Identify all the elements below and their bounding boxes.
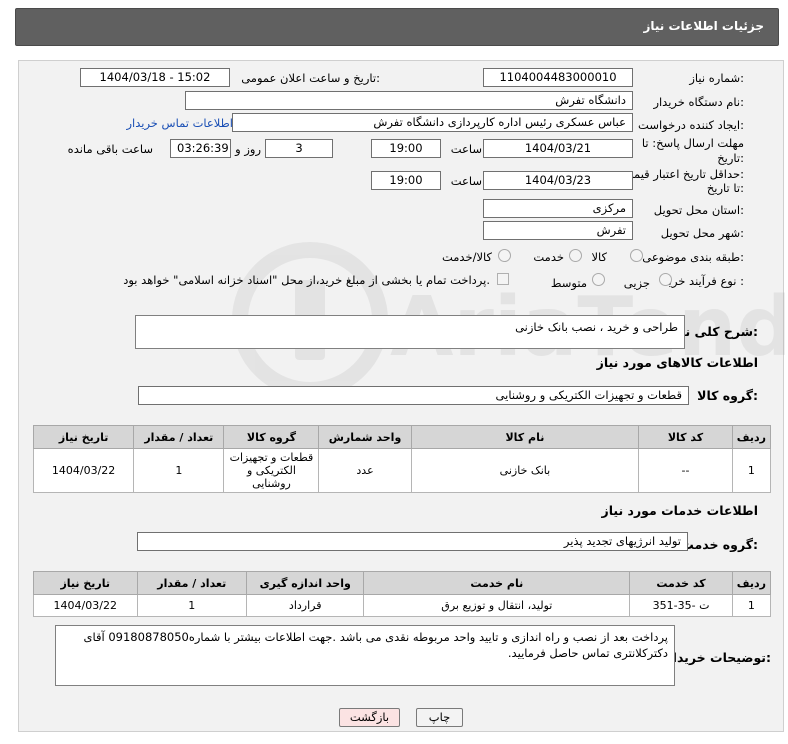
services-cell-name: تولید، انتقال و توزیع برق [363,594,631,617]
back-button[interactable]: بازگشت [339,708,400,727]
remaining-time-field: 03:26:39 [170,139,231,158]
creator-label: ایجاد کننده درخواست: [638,118,744,132]
services-col-unit: واحد اندازه گیری [246,571,365,595]
city-field: تفرش [483,221,633,240]
announce-label: تاریخ و ساعت اعلان عمومی: [241,71,380,85]
buyer-notes-label: توضیحات خریدار: [665,650,771,665]
category-option-goods: کالا [591,250,607,264]
services-cell-row: 1 [731,594,772,617]
city-label: شهر محل تحویل: [660,226,744,240]
price-validity-label-date: تا تاریخ: [706,181,744,195]
goods-cell-row: 1 [731,448,772,493]
category-radio-goods-service[interactable] [498,249,511,262]
category-option-service: خدمت [533,250,564,264]
goods-group-label: گروه کالا: [697,388,758,403]
price-time-label: ساعت [450,174,482,188]
goods-col-name: نام کالا [410,425,640,449]
services-table: ردیف کد خدمت نام خدمت واحد اندازه گیری ت… [33,571,772,617]
reply-time-field: 19:00 [371,139,441,158]
description-textarea[interactable]: طراحی و خرید ، نصب بانک خازنی [135,315,685,349]
goods-col-group: گروه کالا [223,425,320,449]
province-label: استان محل تحویل: [653,203,744,217]
goods-cell-group: قطعات و تجهیزات الکتریکی و روشنایی [223,448,320,493]
goods-col-code: کد کالا [638,425,733,449]
process-radio-medium[interactable] [592,273,605,286]
reply-date-field: 1404/03/21 [483,139,633,158]
days-field: 3 [265,139,333,158]
buyer-contact-link[interactable]: اطلاعات تماس خریدار [126,116,233,130]
services-group-field: تولید انرژیهای تجدید پذیر [137,532,688,551]
services-group-label: گروه خدمت: [681,537,758,552]
category-radio-service[interactable] [569,249,582,262]
process-label: نوع فرآیند خرید : [662,274,744,288]
goods-col-row: ردیف [731,425,772,449]
buyer-notes-text: پرداخت بعد از نصب و راه اندازی و تایید و… [83,630,669,660]
reply-deadline-label: مهلت ارسال پاسخ: تا [641,136,744,150]
goods-cell-code: -- [638,448,733,493]
need-number-label: شماره نیاز: [689,71,744,85]
goods-table: ردیف کد کالا نام کالا واحد شمارش گروه کا… [32,425,772,493]
remaining-time-label: ساعت باقی مانده [67,142,153,156]
goods-cell-date: 1404/03/22 [32,448,135,493]
buyer-org-label: نام دستگاه خریدار: [653,95,744,109]
buyer-org-field: دانشگاه تفرش [185,91,633,110]
table-row: 1 ت -35-351 تولید، انتقال و توزیع برق قر… [33,594,772,617]
reply-time-label: ساعت [450,142,482,156]
goods-cell-name: بانک خازنی [410,448,640,493]
goods-cell-unit: عدد [318,448,412,493]
price-validity-label: حداقل تاریخ اعتبار قیمت: [622,167,744,181]
need-number-field: 1104004483000010 [483,68,633,87]
services-cell-code: ت -35-351 [629,594,733,617]
category-radio-goods[interactable] [630,249,643,262]
province-field: مرکزی [483,199,633,218]
services-cell-qty: 1 [136,594,248,617]
goods-group-field: قطعات و تجهیزات الکتریکی و روشنایی [138,386,689,405]
page-header: جزئیات اطلاعات نیاز [15,8,779,46]
goods-cell-qty: 1 [133,448,225,493]
process-radio-minor[interactable] [659,273,672,286]
reply-deadline-label-date: تاریخ: [717,151,744,165]
category-option-goods-service: کالا/خدمت [441,250,492,264]
services-col-code: کد خدمت [629,571,733,595]
page-title: جزئیات اطلاعات نیاز [643,19,764,33]
treasury-payment-checkbox[interactable] [497,273,509,285]
goods-col-qty: تعداد / مقدار [133,425,225,449]
days-label: روز و [235,142,261,156]
services-section-title: اطلاعات خدمات مورد نیاز [601,503,759,518]
announce-field: 1404/03/18 - 15:02 [80,68,230,87]
price-time-field: 19:00 [371,171,441,190]
services-col-name: نام خدمت [363,571,631,595]
print-button[interactable]: چاپ [416,708,463,727]
goods-col-date: تاریخ نیاز [32,425,135,449]
table-row: 1 -- بانک خازنی عدد قطعات و تجهیزات الکت… [32,448,772,493]
services-col-row: ردیف [731,571,772,595]
buyer-notes-textarea[interactable]: پرداخت بعد از نصب و راه اندازی و تایید و… [55,625,675,686]
services-col-date: تاریخ نیاز [33,571,138,595]
services-cell-date: 1404/03/22 [33,594,138,617]
services-cell-unit: قرارداد [246,594,365,617]
process-option-medium: متوسط [550,276,587,290]
category-label: طبقه بندی موضوعی: [642,250,744,264]
creator-field: عباس عسکری رئیس اداره کارپردازی دانشگاه … [232,113,633,132]
treasury-payment-note: پرداخت تمام یا بخشی از مبلغ خرید،از محل … [123,273,490,287]
price-date-field: 1404/03/23 [483,171,633,190]
description-text: طراحی و خرید ، نصب بانک خازنی [515,320,678,334]
services-col-qty: تعداد / مقدار [136,571,248,595]
goods-section-title: اطلاعات کالاهای مورد نیاز [596,355,758,370]
goods-col-unit: واحد شمارش [318,425,412,449]
process-option-minor: جزیی [623,276,650,290]
